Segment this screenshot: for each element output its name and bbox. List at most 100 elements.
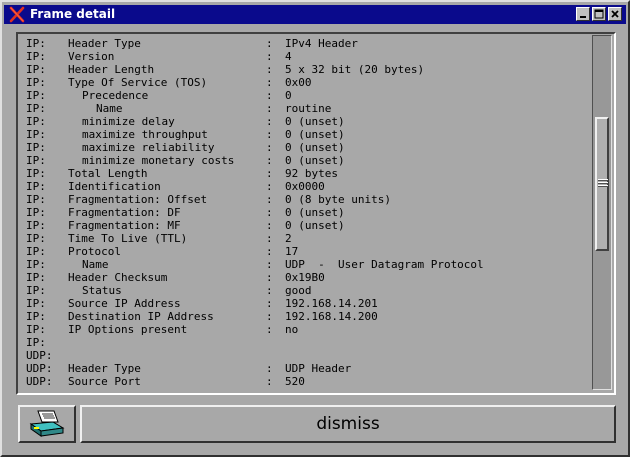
field-name: Header Length bbox=[68, 63, 155, 76]
field-value: 2 bbox=[285, 232, 292, 245]
dismiss-button[interactable]: dismiss bbox=[80, 405, 616, 443]
field-value: 0 (unset) bbox=[285, 141, 345, 154]
field-name: Source Port bbox=[68, 375, 141, 388]
protocol-label: IP: bbox=[26, 284, 46, 297]
protocol-label: IP: bbox=[26, 310, 46, 323]
field-value: 0 (unset) bbox=[285, 206, 345, 219]
vertical-scrollbar[interactable] bbox=[592, 35, 612, 390]
detail-line: UDP: Source Port:520 bbox=[26, 375, 587, 388]
protocol-label: IP: bbox=[26, 258, 46, 271]
detail-panel: IP: Header Type: IPv4 Header IP: Version:4 IP… bbox=[16, 32, 616, 395]
field-separator: : bbox=[266, 154, 273, 167]
field-name: Name bbox=[82, 258, 109, 271]
protocol-label: IP: bbox=[26, 271, 46, 284]
field-value: UDP Header bbox=[285, 362, 352, 375]
field-value: 5 x 32 bit (20 bytes) bbox=[285, 63, 425, 76]
protocol-label: IP: bbox=[26, 89, 46, 102]
protocol-label: IP: bbox=[26, 232, 46, 245]
detail-line: IP: Status: good bbox=[26, 284, 587, 297]
detail-line: IP: Name: routine bbox=[26, 102, 587, 115]
frame-detail-window: Frame detail IP: Header Type: IPv4 Header I… bbox=[0, 0, 630, 457]
field-separator: : bbox=[266, 63, 273, 76]
field-name: minimize monetary costs bbox=[82, 154, 235, 167]
detail-line: IP: Time To Live (TTL):2 bbox=[26, 232, 587, 245]
detail-line: IP: Header Type: IPv4 Header bbox=[26, 37, 587, 50]
printer-icon bbox=[28, 409, 66, 443]
field-separator: : bbox=[266, 180, 273, 193]
field-value: 17 bbox=[285, 245, 299, 258]
field-separator: : bbox=[266, 193, 273, 206]
detail-line: IP: bbox=[26, 336, 587, 349]
field-name: Precedence bbox=[82, 89, 149, 102]
detail-line: IP: Destination IP Address:192.168.14.200 bbox=[26, 310, 587, 323]
field-separator: : bbox=[266, 271, 273, 284]
field-separator: : bbox=[266, 206, 273, 219]
protocol-label: UDP: bbox=[26, 375, 53, 388]
maximize-icon[interactable] bbox=[592, 7, 606, 21]
detail-line: IP: Fragmentation: MF:0 (unset) bbox=[26, 219, 587, 232]
detail-line: IP: Precedence:0 bbox=[26, 89, 587, 102]
field-separator: : bbox=[266, 258, 273, 271]
field-separator: : bbox=[266, 362, 273, 375]
field-value: UDP - User Datagram Protocol bbox=[285, 258, 484, 271]
field-separator: : bbox=[266, 284, 273, 297]
detail-line: IP: Header Length:5 x 32 bit (20 bytes) bbox=[26, 63, 587, 76]
field-name: Fragmentation: MF bbox=[68, 219, 181, 232]
field-value: 0x19B0 bbox=[285, 271, 325, 284]
field-separator: : bbox=[266, 297, 273, 310]
field-name: Name bbox=[96, 102, 123, 115]
field-value: 192.168.14.200 bbox=[285, 310, 378, 323]
field-value: routine bbox=[285, 102, 332, 115]
detail-line: IP: Header Checksum:0x19B0 bbox=[26, 271, 587, 284]
field-name: Version bbox=[68, 50, 115, 63]
minimize-icon[interactable] bbox=[576, 7, 590, 21]
field-separator: : bbox=[266, 219, 273, 232]
print-button[interactable] bbox=[18, 405, 76, 443]
field-separator: : bbox=[266, 323, 273, 336]
detail-line: IP: Fragmentation: Offset:0 (8 byte units… bbox=[26, 193, 587, 206]
x-close-icon[interactable] bbox=[8, 6, 26, 23]
title-bar[interactable]: Frame detail bbox=[4, 5, 626, 24]
field-name: Time To Live (TTL) bbox=[68, 232, 188, 245]
field-value: 0x00 bbox=[285, 76, 312, 89]
field-name: Identification bbox=[68, 180, 161, 193]
field-value: 4 bbox=[285, 50, 292, 63]
detail-line: UDP: Header Type: UDP Header bbox=[26, 362, 587, 375]
field-name: Header Type bbox=[68, 362, 141, 375]
protocol-label: IP: bbox=[26, 297, 46, 310]
field-separator: : bbox=[266, 232, 273, 245]
field-value: 192.168.14.201 bbox=[285, 297, 378, 310]
grip-line bbox=[598, 183, 608, 184]
protocol-label: IP: bbox=[26, 141, 46, 154]
protocol-label: IP: bbox=[26, 219, 46, 232]
field-name: Fragmentation: DF bbox=[68, 206, 181, 219]
field-value: 0 (unset) bbox=[285, 128, 345, 141]
detail-line: IP: Identification:0x0000 bbox=[26, 180, 587, 193]
detail-line: IP: Type Of Service (TOS):0x00 bbox=[26, 76, 587, 89]
field-name: minimize delay bbox=[82, 115, 175, 128]
field-name: Total Length bbox=[68, 167, 148, 180]
protocol-label: IP: bbox=[26, 50, 46, 63]
field-name: Destination IP Address bbox=[68, 310, 214, 323]
protocol-label: IP: bbox=[26, 115, 46, 128]
scrollbar-thumb[interactable] bbox=[595, 117, 609, 251]
protocol-label: IP: bbox=[26, 245, 46, 258]
field-value: 0 (8 byte units) bbox=[285, 193, 391, 206]
protocol-label: UDP: bbox=[26, 362, 53, 375]
protocol-label: IP: bbox=[26, 336, 46, 349]
field-value: 520 bbox=[285, 375, 305, 388]
field-separator: : bbox=[266, 375, 273, 388]
field-name: Status bbox=[82, 284, 122, 297]
grip-line bbox=[598, 180, 608, 181]
detail-line: IP: Version:4 bbox=[26, 50, 587, 63]
dismiss-label: dismiss bbox=[316, 414, 380, 434]
protocol-label: IP: bbox=[26, 128, 46, 141]
field-name: Header Type bbox=[68, 37, 141, 50]
field-value: IPv4 Header bbox=[285, 37, 358, 50]
field-separator: : bbox=[266, 167, 273, 180]
detail-text-area[interactable]: IP: Header Type: IPv4 Header IP: Version:4 IP… bbox=[21, 37, 587, 390]
close-icon[interactable] bbox=[608, 7, 622, 21]
detail-line: IP: maximize throughput:0 (unset) bbox=[26, 128, 587, 141]
field-value: 92 bytes bbox=[285, 167, 338, 180]
field-separator: : bbox=[266, 37, 273, 50]
